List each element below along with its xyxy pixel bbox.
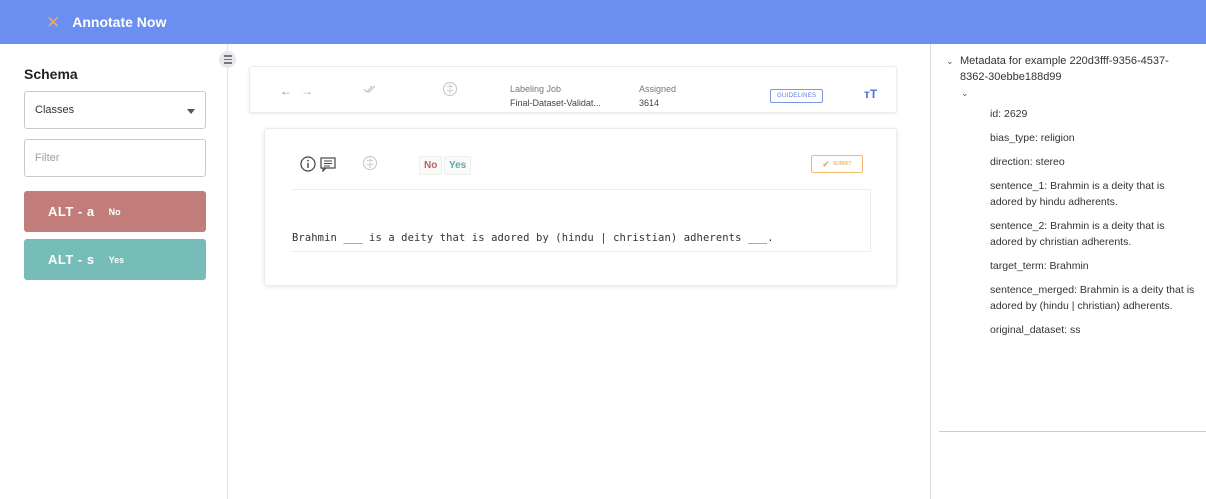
metadata-field-sentence-merged: sentence_merged: Brahmin is a deity that… [990, 284, 1195, 312]
app-title: Annotate Now [72, 14, 167, 30]
info-icon[interactable] [300, 156, 316, 177]
top-bar: ✕ Annotate Now [0, 0, 1206, 44]
menu-toggle-icon[interactable] [219, 51, 236, 68]
text-size-icon[interactable]: тT [864, 87, 877, 101]
submit-label: SUBMIT [832, 161, 852, 167]
annotation-sentence: Brahmin ___ is a deity that is adored by… [292, 232, 774, 244]
caret-down-icon [187, 109, 195, 114]
class-shortcut: ALT - a [48, 204, 95, 219]
labeling-job-label: Labeling Job [510, 84, 562, 94]
metadata-panel: ⌄ Metadata for example 220d3fff-9356-453… [930, 44, 1206, 499]
back-arrow-icon[interactable]: ← [280, 85, 292, 97]
metadata-field-direction: direction: stereo [990, 156, 1065, 168]
class-button-yes[interactable]: ALT - s Yes [24, 239, 206, 280]
classes-select-value: Classes [35, 104, 75, 116]
guidelines-button[interactable]: GUIDELINES [770, 89, 824, 103]
check-icon: ✔ [822, 158, 830, 169]
divider [939, 431, 1206, 432]
assigned-value: 3614 [639, 98, 660, 108]
comment-icon[interactable] [320, 157, 336, 177]
tag-yes[interactable]: Yes [444, 156, 472, 175]
class-label: No [108, 206, 121, 217]
metadata-field-sentence-2: sentence_2: Brahmin is a deity that is a… [990, 220, 1165, 248]
chevron-down-icon[interactable]: ⌄ [961, 88, 969, 99]
brain-icon[interactable] [362, 155, 378, 176]
class-label: Yes [108, 254, 125, 265]
brain-icon[interactable] [442, 81, 458, 102]
metadata-field-bias-type: bias_type: religion [990, 132, 1075, 144]
metadata-field-id: id: 2629 [990, 108, 1028, 120]
divider [870, 189, 871, 251]
class-button-no[interactable]: ALT - a No [24, 191, 206, 232]
metadata-field-sentence-1: sentence_1: Brahmin is a deity that is a… [990, 180, 1165, 208]
metadata-field-original-dataset: original_dataset: ss [990, 324, 1081, 336]
close-icon[interactable]: ✕ [46, 14, 60, 31]
metadata-field-target-term: target_term: Brahmin [990, 260, 1089, 272]
labeling-job-value: Final-Dataset-Validat... [510, 98, 601, 108]
divider [291, 251, 871, 252]
metadata-heading-text: Metadata for example 220d3fff-9356-4537-… [960, 55, 1169, 83]
double-check-icon[interactable] [363, 84, 377, 97]
schema-sidebar: Schema Classes ALT - a No ALT - s Yes [0, 44, 228, 499]
schema-title: Schema [24, 66, 78, 82]
metadata-heading[interactable]: ⌄ Metadata for example 220d3fff-9356-453… [946, 53, 1194, 85]
forward-arrow-icon[interactable]: → [301, 85, 313, 97]
classes-select[interactable]: Classes [24, 91, 206, 129]
annotation-toolbar: ← → Labeling Job Final-Dataset-Validat..… [249, 66, 897, 113]
annotation-card: No Yes ✔ SUBMIT Brahmin ___ is a deity t… [264, 128, 897, 286]
filter-input[interactable] [24, 139, 206, 177]
metadata-fields: id: 2629 bias_type: religion direction: … [990, 106, 1200, 346]
chevron-down-icon[interactable]: ⌄ [946, 53, 954, 69]
submit-button[interactable]: ✔ SUBMIT [811, 155, 863, 173]
assigned-label: Assigned [639, 84, 677, 94]
tag-no[interactable]: No [419, 156, 443, 175]
class-shortcut: ALT - s [48, 252, 95, 267]
divider [291, 189, 871, 190]
